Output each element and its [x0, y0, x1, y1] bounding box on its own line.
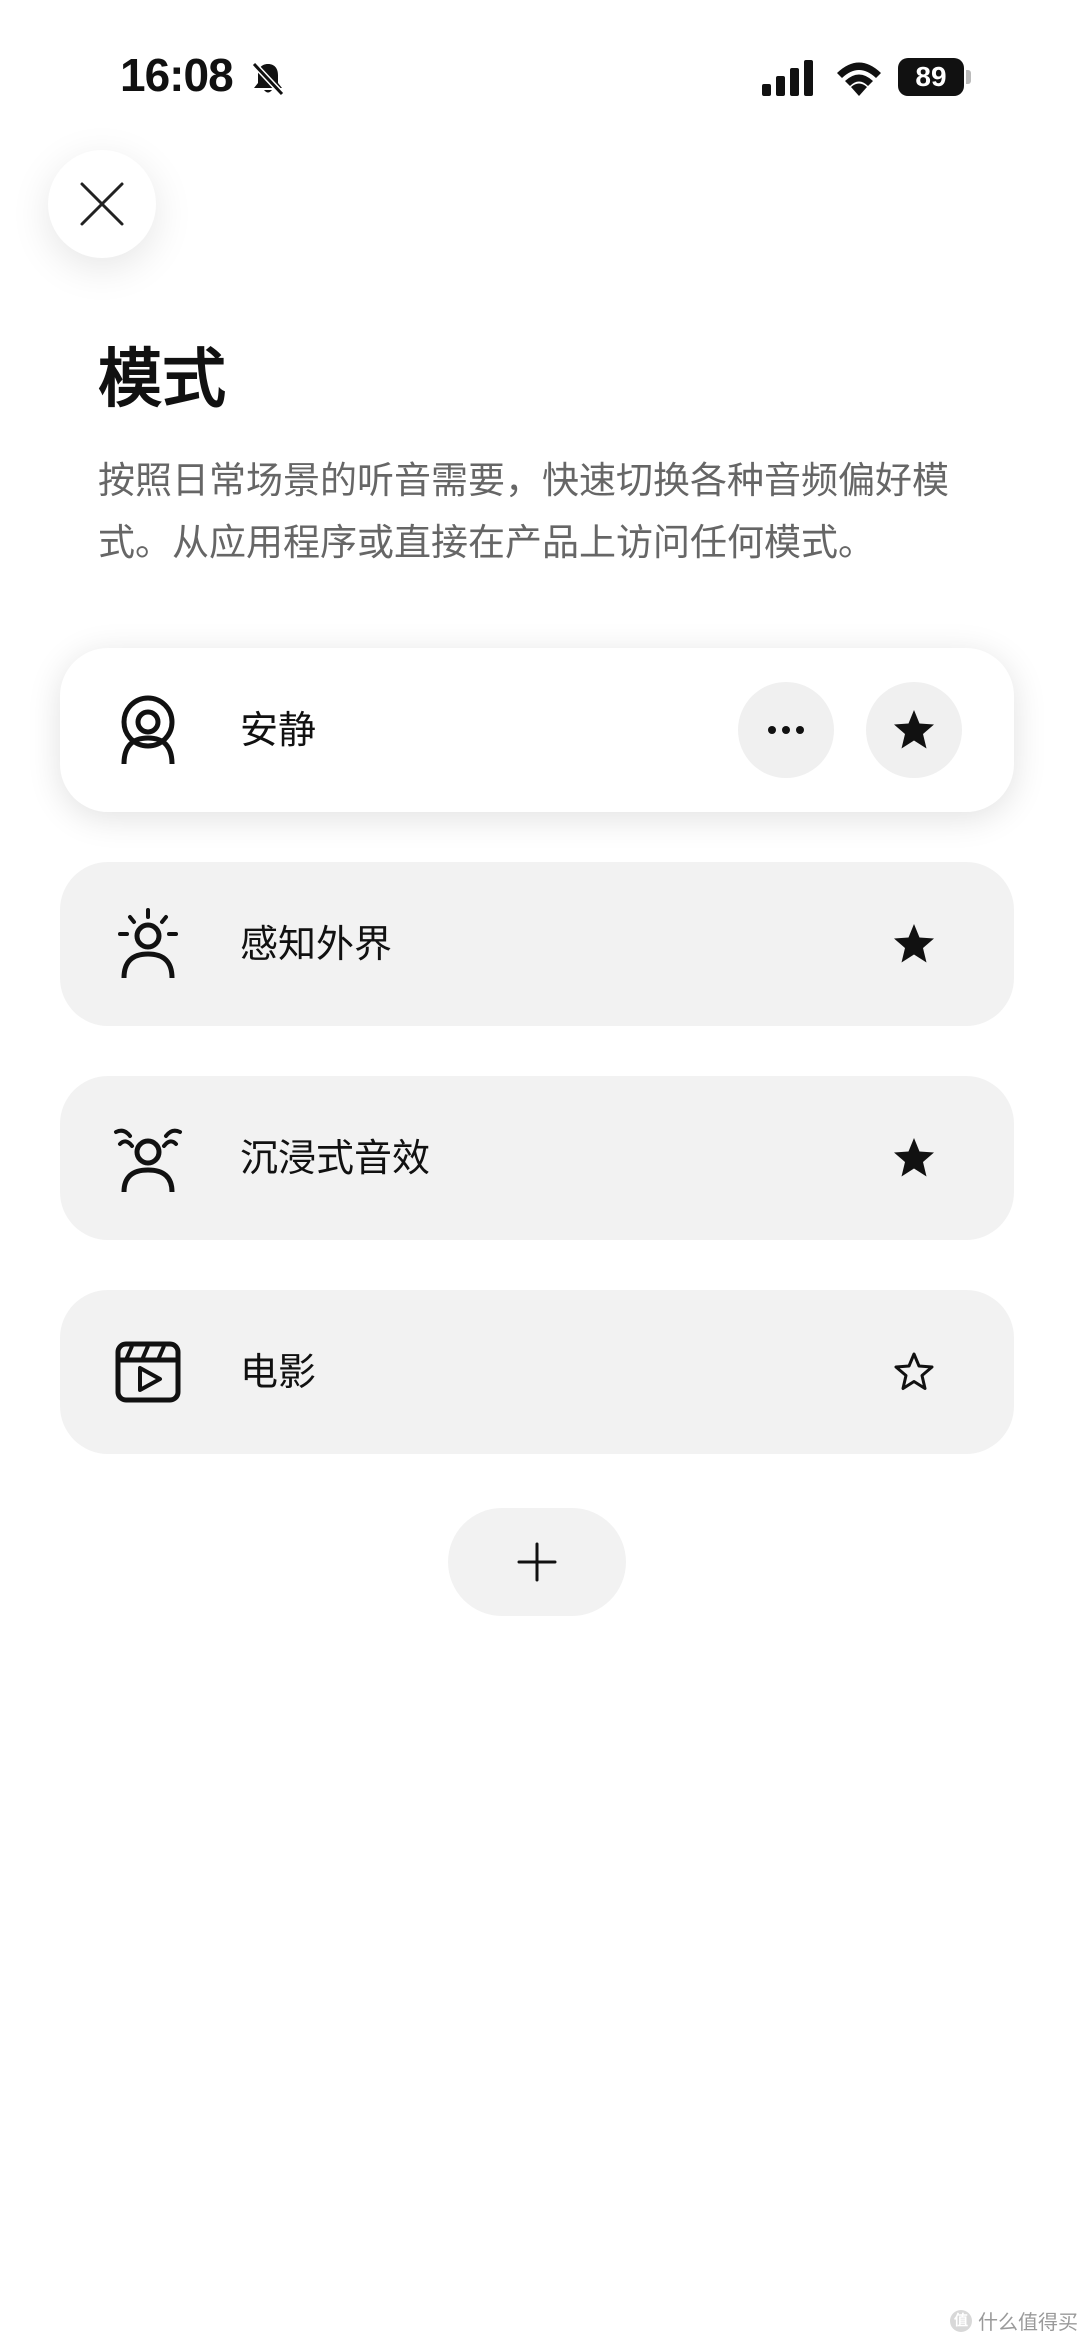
status-bar: 16:08 89 — [0, 0, 1080, 150]
favorite-button[interactable] — [866, 682, 962, 778]
more-options-button[interactable] — [738, 682, 834, 778]
plus-icon — [517, 1542, 557, 1582]
mode-item-movie[interactable]: 电影 — [60, 1290, 1014, 1454]
mode-label: 电影 — [240, 1350, 317, 1394]
status-time: 16:08 — [120, 49, 234, 101]
favorite-button[interactable] — [866, 1324, 962, 1420]
watermark: 值 什么值得买 — [950, 2306, 1078, 2335]
mode-item-aware[interactable]: 感知外界 — [60, 862, 1014, 1026]
modes-screen: 16:08 89 模式 按照日常场景的听音需要，快速切换各种音频偏好模式。从应用… — [0, 0, 1080, 2347]
battery-indicator: 89 — [898, 58, 971, 96]
noise-cancelling-person-icon — [121, 695, 175, 765]
star-outline-icon — [894, 1352, 934, 1390]
movie-clapper-icon — [115, 1341, 181, 1403]
watermark-text: 什么值得买 — [978, 2310, 1078, 2334]
mode-item-immersive[interactable]: 沉浸式音效 — [60, 1076, 1014, 1240]
cellular-signal-icon — [762, 60, 813, 96]
star-filled-icon — [894, 924, 934, 963]
favorite-button[interactable] — [866, 896, 962, 992]
wifi-icon — [837, 62, 881, 96]
star-filled-icon — [894, 1138, 934, 1177]
mode-label: 感知外界 — [240, 922, 393, 966]
favorite-button[interactable] — [866, 1110, 962, 1206]
close-button[interactable] — [48, 150, 156, 258]
page-title: 模式 — [98, 343, 226, 417]
bell-muted-icon — [251, 61, 285, 97]
star-filled-icon — [894, 710, 934, 749]
more-dots-icon — [768, 726, 804, 734]
mode-item-quiet[interactable]: 安静 — [60, 648, 1014, 812]
page-description: 按照日常场景的听音需要，快速切换各种音频偏好模式。从应用程序或直接在产品上访问任… — [98, 459, 949, 564]
transparency-person-icon — [118, 908, 178, 979]
immersive-person-icon — [114, 1128, 182, 1193]
watermark-logo: 值 — [950, 2309, 972, 2332]
battery-cap — [966, 70, 971, 84]
close-icon — [80, 182, 124, 226]
add-mode-button[interactable] — [448, 1508, 626, 1616]
mode-label: 沉浸式音效 — [240, 1136, 431, 1180]
battery-level: 89 — [898, 58, 964, 96]
mode-label: 安静 — [240, 708, 317, 752]
